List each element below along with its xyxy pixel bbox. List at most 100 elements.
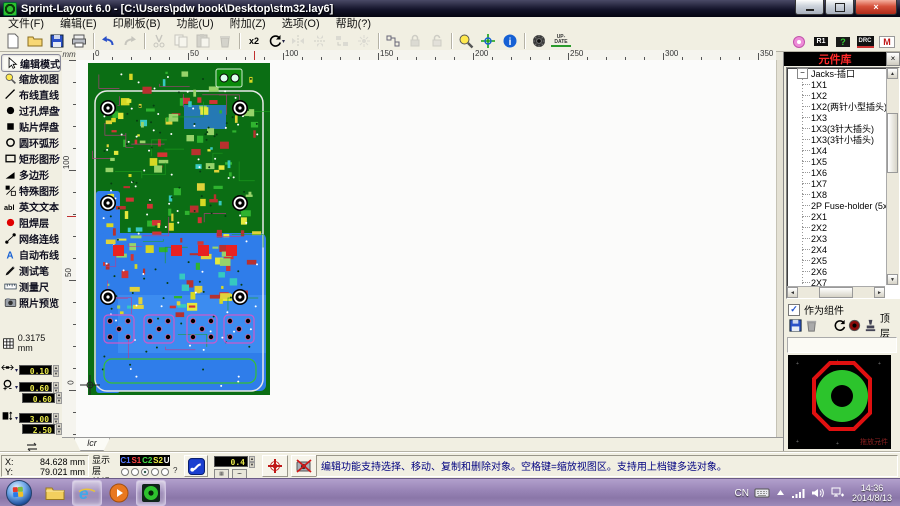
spin-down-icon[interactable]: ▼	[249, 462, 255, 468]
close-button[interactable]: ×	[855, 0, 897, 15]
library-name-field[interactable]	[787, 337, 897, 353]
tool-line[interactable]: 布线直线	[1, 86, 61, 102]
origin-crosshair-button[interactable]	[262, 455, 288, 477]
list-item[interactable]: 2P Fuse-holder (5x20	[787, 200, 899, 211]
chevron-down-icon[interactable]: ▾	[57, 107, 60, 114]
library-horizontal-scrollbar[interactable]: ◄ ►	[787, 286, 885, 298]
taskbar-clock[interactable]: 14:36 2014/8/13	[852, 483, 892, 503]
chevron-down-icon[interactable]: ▾	[282, 38, 285, 45]
maximize-button[interactable]	[825, 0, 854, 15]
tray-expand-icon[interactable]	[776, 489, 785, 497]
signal-strength-icon[interactable]	[791, 487, 805, 499]
input-language-indicator[interactable]: CN	[735, 488, 749, 499]
macro-button[interactable]: M	[876, 32, 898, 52]
open-button[interactable]	[24, 31, 46, 51]
list-item[interactable]: 2X5	[787, 255, 899, 266]
grid-selector-button[interactable]: 0.3175 mm	[2, 333, 62, 353]
pad-height-field[interactable]: 2.50	[22, 424, 55, 434]
pad-width-spinner[interactable]: ▲▼	[53, 413, 59, 424]
save-component-button[interactable]	[788, 317, 803, 334]
tool-net[interactable]: 网络连线	[1, 230, 61, 246]
r1-button[interactable]: R1	[810, 32, 832, 52]
tool-zoom[interactable]: 缩放视图	[1, 70, 61, 86]
tool-photo[interactable]: 照片预览	[1, 294, 61, 310]
list-item[interactable]: 1X2(两针小型插头)	[787, 101, 899, 112]
menu-item-6[interactable]: 帮助(?)	[328, 17, 379, 31]
layer-radio-u[interactable]	[161, 468, 169, 476]
scroll-down-arrow[interactable]: ▼	[887, 274, 898, 285]
tool-smd-pad[interactable]: 贴片焊盘	[1, 118, 61, 134]
scroll-thumb[interactable]	[887, 113, 898, 173]
keyboard-icon[interactable]	[754, 487, 770, 499]
pad-width-field[interactable]: 3.00	[19, 413, 52, 423]
new-button[interactable]	[2, 31, 24, 51]
track-width-field[interactable]: 0.4	[214, 456, 248, 467]
list-item[interactable]: 1X8	[787, 189, 899, 200]
tool-testpen[interactable]: 测试笔	[1, 262, 61, 278]
tool-measure[interactable]: 测量尺	[1, 278, 61, 294]
as-component-checkbox[interactable]: ✓	[788, 304, 800, 316]
via-outer-spinner[interactable]: ▲▼	[53, 382, 59, 393]
menu-item-5[interactable]: 选项(O)	[274, 17, 328, 31]
duplicate-button[interactable]: x2	[243, 31, 265, 51]
zoom-tool-button[interactable]	[455, 31, 477, 51]
layer-radio-c2[interactable]	[141, 468, 149, 476]
rotate-component-button[interactable]	[832, 317, 847, 334]
chevron-down-icon[interactable]: ▾	[15, 384, 18, 391]
drc-button[interactable]: DRC	[854, 32, 876, 52]
via-drill-field[interactable]: 0.60	[22, 393, 55, 403]
footprint-button[interactable]	[528, 31, 550, 51]
list-item[interactable]: 2X3	[787, 233, 899, 244]
layer-radio-c1[interactable]	[121, 468, 129, 476]
library-close-button[interactable]: ×	[886, 52, 900, 66]
pcb-canvas[interactable]	[76, 60, 776, 437]
explorer-taskbar-button[interactable]	[40, 480, 70, 506]
list-item[interactable]: 1X4	[787, 145, 899, 156]
chevron-down-icon[interactable]: ▾	[57, 155, 60, 162]
photo-view-off-button[interactable]	[291, 455, 317, 477]
tool-text[interactable]: abl英文文本	[1, 198, 61, 214]
sprint-layout-taskbar-button[interactable]	[136, 480, 166, 506]
start-orb[interactable]	[6, 480, 32, 506]
scroll-up-arrow[interactable]: ▲	[887, 68, 898, 79]
component-preview[interactable]: ++++ ++ 拖放元件	[788, 355, 891, 449]
rotate-button[interactable]: ▾	[265, 31, 287, 51]
minimize-button[interactable]	[795, 0, 824, 15]
layer-radio-s1[interactable]	[131, 468, 139, 476]
media-player-taskbar-button[interactable]	[104, 480, 134, 506]
list-item[interactable]: 2X2	[787, 222, 899, 233]
sheet-tab[interactable]: lcr	[74, 438, 110, 451]
list-item[interactable]: 1X7	[787, 178, 899, 189]
scroll-right-arrow[interactable]: ►	[874, 287, 885, 298]
print-button[interactable]	[68, 31, 90, 51]
track-width-field[interactable]: 0.10	[19, 365, 52, 375]
menu-item-2[interactable]: 印刷板(B)	[105, 17, 169, 31]
info-button[interactable]: i	[499, 31, 521, 51]
library-tree-root[interactable]: −Jacks-插口	[787, 68, 899, 79]
layer-radio-s2[interactable]	[151, 468, 159, 476]
tool-via-pad[interactable]: 过孔焊盘▾	[1, 102, 61, 118]
tool-polygon[interactable]: 多边形	[1, 166, 61, 182]
crosshair-tool-button[interactable]	[477, 31, 499, 51]
update-button[interactable]: UP-DATE	[550, 31, 572, 51]
undo-button[interactable]	[97, 31, 119, 51]
solder-mask-toggle-button[interactable]	[847, 317, 862, 334]
list-item[interactable]: 1X5	[787, 156, 899, 167]
scroll-thumb[interactable]	[819, 287, 853, 298]
library-vertical-scrollbar[interactable]: ▲ ▼	[886, 68, 899, 285]
ie-taskbar-button[interactable]: e	[72, 480, 102, 506]
menu-item-0[interactable]: 文件(F)	[0, 17, 52, 31]
list-item[interactable]: 1X3(3针小插头)	[787, 134, 899, 145]
menu-item-1[interactable]: 编辑(E)	[52, 17, 105, 31]
delete-component-button[interactable]	[803, 317, 818, 334]
network-icon[interactable]	[831, 487, 845, 499]
list-item[interactable]: 2X6	[787, 266, 899, 277]
chevron-down-icon[interactable]: ▾	[15, 367, 18, 374]
list-item[interactable]: 1X1	[787, 79, 899, 90]
circle-pink-button[interactable]	[788, 32, 810, 52]
menu-item-4[interactable]: 附加(Z)	[222, 17, 274, 31]
snap-button[interactable]	[382, 31, 404, 51]
track-width-spinner[interactable]: ▲▼	[249, 456, 255, 467]
tool-ring[interactable]: 圆环弧形	[1, 134, 61, 150]
tool-autoroute[interactable]: A自动布线	[1, 246, 61, 262]
